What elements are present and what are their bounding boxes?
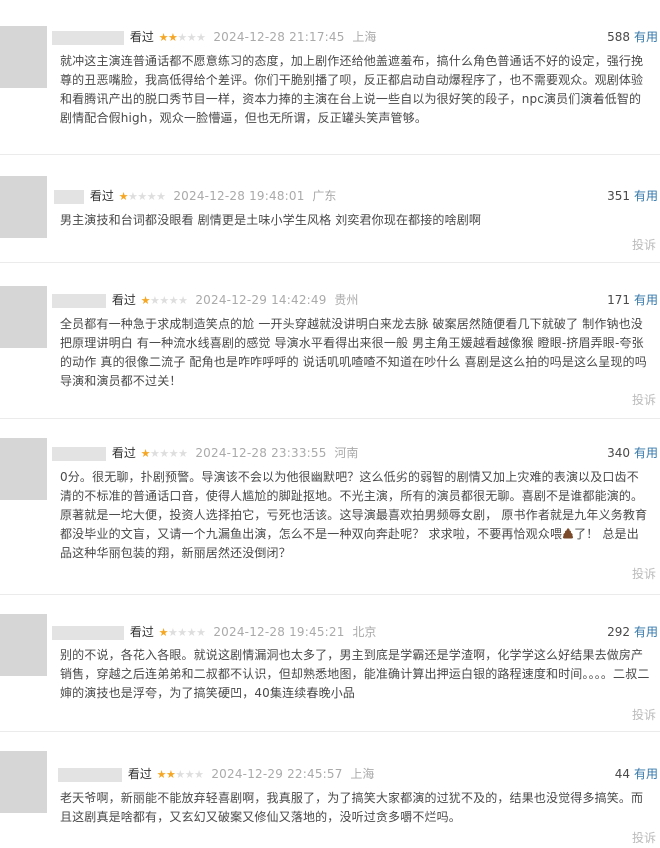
poop-emoji-icon (563, 528, 574, 539)
review-location: 贵州 (334, 293, 359, 307)
username[interactable] (58, 767, 122, 782)
watched-label: 看过 (89, 189, 114, 203)
useful-votes: 351 有用 (607, 186, 658, 206)
rating-stars: ★★★★★ (156, 767, 204, 781)
review-meta: 看过 ★★★★★ 2024-12-28 19:48:01 广东 (54, 186, 336, 206)
useful-votes: 292 有用 (607, 622, 658, 642)
useful-button[interactable]: 有用 (634, 30, 658, 44)
review-location: 北京 (352, 625, 377, 639)
review-item: 看过 ★★★★★ 2024-12-29 22:45:57 上海 44 有用 老天爷… (0, 733, 660, 848)
username[interactable] (52, 625, 124, 640)
review-item: 看过 ★★★★★ 2024-12-28 19:48:01 广东 351 有用 男主… (0, 156, 660, 263)
vote-count: 588 (607, 30, 630, 44)
review-time: 2024-12-28 19:45:21 (213, 625, 345, 639)
review-meta: 看过 ★★★★★ 2024-12-29 22:45:57 上海 (58, 764, 374, 784)
review-meta: 看过 ★★★★★ 2024-12-29 14:42:49 贵州 (52, 290, 358, 310)
useful-button[interactable]: 有用 (634, 446, 658, 460)
report-button[interactable]: 投诉 (632, 565, 656, 582)
rating-stars: ★★★★★ (140, 446, 188, 460)
rating-stars: ★★★★★ (158, 30, 206, 44)
report-button[interactable]: 投诉 (632, 391, 656, 408)
watched-label: 看过 (111, 293, 136, 307)
username[interactable] (52, 293, 106, 308)
review-time: 2024-12-29 22:45:57 (211, 767, 343, 781)
watched-label: 看过 (111, 446, 136, 460)
useful-button[interactable]: 有用 (634, 293, 658, 307)
watched-label: 看过 (129, 625, 154, 639)
review-content: 全员都有一种急于求成制造笑点的尬 一开头穿越就没讲明白来龙去脉 破案居然随便看几… (60, 317, 647, 388)
username[interactable] (52, 30, 124, 45)
report-button[interactable]: 投诉 (632, 236, 656, 253)
vote-count: 351 (607, 189, 630, 203)
avatar[interactable] (0, 26, 47, 88)
avatar[interactable] (0, 438, 47, 500)
avatar[interactable] (0, 286, 47, 348)
review-meta: 看过 ★★★★★ 2024-12-28 19:45:21 北京 (52, 622, 376, 642)
review-time: 2024-12-29 14:42:49 (195, 293, 327, 307)
review-meta: 看过 ★★★★★ 2024-12-28 23:33:55 河南 (52, 443, 358, 463)
watched-label: 看过 (127, 767, 152, 781)
review-location: 河南 (334, 446, 359, 460)
vote-count: 340 (607, 446, 630, 460)
review-location: 广东 (312, 189, 337, 203)
avatar[interactable] (0, 176, 47, 238)
review-content: 就冲这主演连普通话都不愿意练习的态度，加上剧作还给他盖遮羞布，搞什么角色普通话不… (60, 54, 644, 125)
vote-count: 44 (614, 767, 630, 781)
review-time: 2024-12-28 21:17:45 (213, 30, 345, 44)
useful-button[interactable]: 有用 (634, 189, 658, 203)
useful-votes: 171 有用 (607, 290, 658, 310)
useful-votes: 44 有用 (615, 764, 658, 784)
review-meta: 看过 ★★★★★ 2024-12-28 21:17:45 上海 (52, 27, 376, 47)
avatar[interactable] (0, 614, 47, 676)
rating-stars: ★★★★★ (118, 189, 166, 203)
useful-votes: 340 有用 (607, 443, 658, 463)
review-content: 老天爷啊，新丽能不能放弃轻喜剧啊，我真服了，为了搞笑大家都演的过犹不及的，结果也… (60, 791, 644, 824)
review-content: 0分。很无聊，扑剧预警。导演该不会以为他很幽默吧？这么低劣的弱智的剧情又加上灾难… (60, 468, 650, 563)
rating-stars: ★★★★★ (140, 293, 188, 307)
review-time: 2024-12-28 23:33:55 (195, 446, 327, 460)
report-button[interactable]: 投诉 (632, 829, 656, 846)
vote-count: 292 (607, 625, 630, 639)
username[interactable] (54, 189, 84, 204)
review-content: 别的不说，各花入各眼。就说这剧情漏洞也太多了，男主到底是学霸还是学渣啊，化学学这… (60, 648, 650, 700)
useful-votes: 588 有用 (607, 27, 658, 47)
watched-label: 看过 (129, 30, 154, 44)
avatar[interactable] (0, 751, 47, 813)
review-item: 看过 ★★★★★ 2024-12-29 14:42:49 贵州 171 有用 全员… (0, 264, 660, 419)
review-item: 看过 ★★★★★ 2024-12-28 21:17:45 上海 588 有用 就冲… (0, 0, 660, 155)
useful-button[interactable]: 有用 (634, 767, 658, 781)
rating-stars: ★★★★★ (158, 625, 206, 639)
vote-count: 171 (607, 293, 630, 307)
report-button[interactable]: 投诉 (632, 706, 656, 723)
review-content: 男主演技和台词都没眼看 剧情更是土味小学生风格 刘奕君你现在都接的啥剧啊 (60, 213, 482, 227)
review-item: 看过 ★★★★★ 2024-12-28 19:45:21 北京 292 有用 别的… (0, 596, 660, 732)
review-location: 上海 (350, 767, 375, 781)
review-location: 上海 (352, 30, 377, 44)
review-time: 2024-12-28 19:48:01 (173, 189, 305, 203)
username[interactable] (52, 446, 106, 461)
useful-button[interactable]: 有用 (634, 625, 658, 639)
review-text: 0分。很无聊，扑剧预警。导演该不会以为他很幽默吧？这么低劣的弱智的剧情又加上灾难… (60, 470, 648, 541)
review-item: 看过 ★★★★★ 2024-12-28 23:33:55 河南 340 有用 0分… (0, 420, 660, 595)
